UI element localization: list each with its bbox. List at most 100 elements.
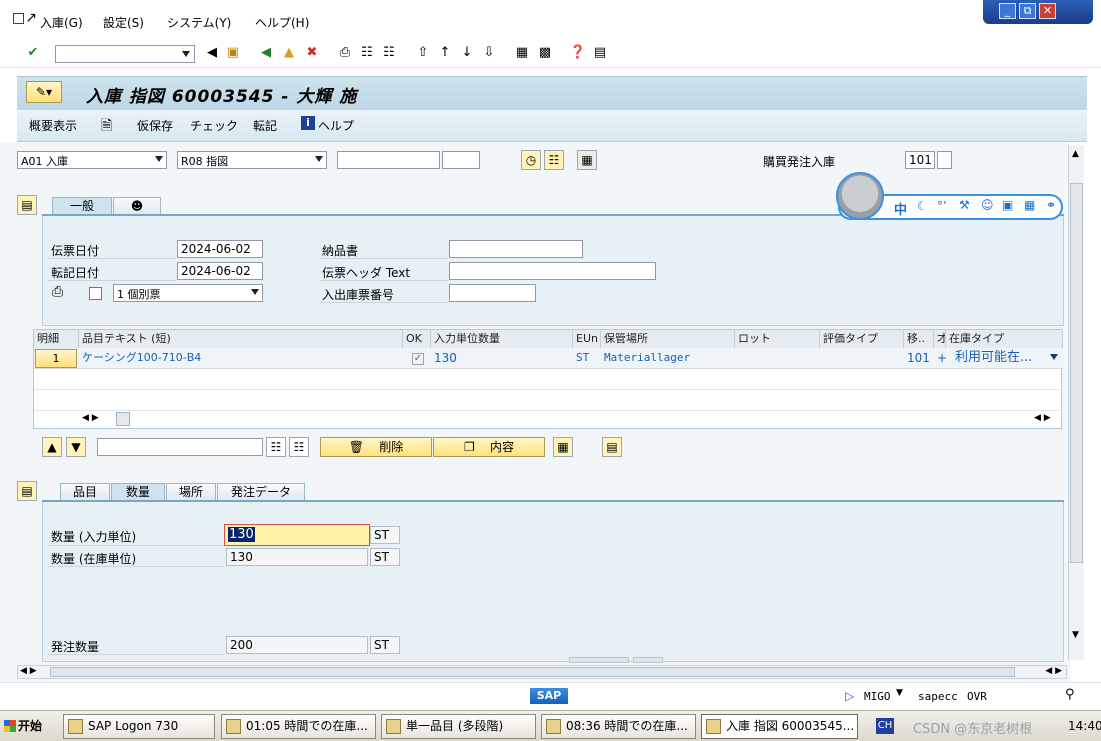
- grid-header-sign[interactable]: 才: [934, 330, 946, 348]
- scrollbar-thumb[interactable]: [1070, 183, 1083, 563]
- help-button[interactable]: ヘルプ: [318, 117, 354, 134]
- display-change-button[interactable]: ✎▾: [26, 81, 62, 103]
- tab-quantity[interactable]: 数量: [111, 483, 165, 501]
- find-next-icon[interactable]: ☷: [380, 44, 398, 62]
- chevron-down-icon[interactable]: [251, 289, 259, 295]
- grid-header-batch[interactable]: ロット: [735, 330, 820, 348]
- toggle-header-icon[interactable]: ▤: [17, 195, 37, 215]
- grid-header-qty[interactable]: 入力単位数量: [431, 330, 573, 348]
- reference-select[interactable]: R08 指図: [177, 151, 327, 169]
- search-icon[interactable]: ☷: [544, 150, 564, 170]
- execute-icon[interactable]: ◷: [521, 150, 541, 170]
- content-button[interactable]: ❐ 内容: [433, 437, 545, 457]
- vertical-scrollbar[interactable]: ▲ ▼: [1068, 145, 1084, 660]
- help-icon[interactable]: ❓: [569, 44, 587, 62]
- item-search-input[interactable]: [97, 438, 263, 456]
- chevron-down-icon[interactable]: [1050, 354, 1058, 360]
- grid-header-item[interactable]: 明細: [34, 330, 79, 348]
- entry-qty-input[interactable]: 130: [224, 524, 370, 546]
- wrench-icon[interactable]: ⚒: [959, 198, 970, 212]
- delete-button[interactable]: 🗑 削除: [320, 437, 432, 457]
- cancel-icon[interactable]: ✖: [303, 44, 321, 62]
- first-page-icon[interactable]: ⇧: [414, 44, 432, 62]
- material-text-cell[interactable]: ケーシング100-710-B4: [79, 348, 201, 368]
- grid-icon[interactable]: ▦: [577, 150, 597, 170]
- tab-purchase-order-data[interactable]: 発注データ: [217, 483, 305, 501]
- menu-system[interactable]: システム(Y): [167, 14, 231, 31]
- goods-slip-input[interactable]: [449, 284, 536, 302]
- ok-checkbox[interactable]: ✓: [412, 353, 424, 365]
- task-sap-logon[interactable]: SAP Logon 730: [63, 714, 215, 739]
- chevron-down-icon[interactable]: [155, 156, 163, 162]
- task-stock-1[interactable]: 01:05 時間での在庫...: [221, 714, 376, 739]
- grid-header-storage-location[interactable]: 保管場所: [601, 330, 735, 348]
- save-icon[interactable]: ▣: [224, 44, 242, 62]
- horizontal-scroll-thumb[interactable]: [116, 412, 130, 426]
- tab-material[interactable]: 品目: [60, 483, 110, 501]
- partial-button[interactable]: [569, 657, 629, 663]
- tab-where[interactable]: 場所: [166, 483, 216, 501]
- table-row[interactable]: [34, 391, 1063, 411]
- partial-button[interactable]: [633, 657, 663, 663]
- item-line-button[interactable]: 1: [35, 349, 77, 368]
- new-session-icon[interactable]: ▦: [513, 44, 531, 62]
- punctuation-icon[interactable]: °’: [937, 199, 947, 213]
- tab-partners[interactable]: ☻: [113, 197, 161, 215]
- exit-icon[interactable]: ▲: [280, 44, 298, 62]
- horizontal-scrollbar[interactable]: ◀ ▶ ◀ ▶: [17, 665, 1067, 679]
- menu-help[interactable]: ヘルプ(H): [255, 14, 309, 31]
- movement-special-input[interactable]: [937, 151, 952, 169]
- movement-type-input[interactable]: 101: [905, 151, 935, 169]
- find-icon[interactable]: ☷: [266, 437, 286, 457]
- next-page-icon[interactable]: ↓: [458, 44, 476, 62]
- overview-button[interactable]: 概要表示: [29, 117, 77, 134]
- start-button[interactable]: 开始: [2, 714, 52, 739]
- chevron-down-icon[interactable]: ▼: [896, 688, 903, 698]
- smiley-icon[interactable]: ☺: [981, 198, 994, 212]
- grid-header-stock-type[interactable]: 在庫タイプ: [946, 330, 1063, 348]
- last-page-icon[interactable]: ⇩: [480, 44, 498, 62]
- lock-icon[interactable]: ⚭: [1046, 198, 1056, 212]
- back-icon[interactable]: ◀: [257, 44, 275, 62]
- restore-button[interactable]: ⧉: [1019, 3, 1036, 19]
- back-arrow-icon[interactable]: ◀: [203, 44, 221, 62]
- grid-header-ok[interactable]: OK: [403, 330, 431, 348]
- ime-language[interactable]: 中: [894, 199, 907, 218]
- grid-header-movement[interactable]: 移..: [904, 330, 934, 348]
- enter-icon[interactable]: ✔: [24, 44, 42, 62]
- document-date-input[interactable]: 2024-06-02: [177, 240, 263, 258]
- menu-icon[interactable]: □↗: [12, 10, 37, 26]
- scroll-right-icon[interactable]: ◀ ▶: [1045, 666, 1062, 676]
- task-stock-2[interactable]: 08:36 時間での在庫...: [541, 714, 696, 739]
- storage-location-cell[interactable]: Materiallager: [601, 348, 690, 368]
- unit-cell[interactable]: ST: [573, 348, 589, 368]
- grid-header-unit[interactable]: EUn: [573, 330, 601, 348]
- scroll-right-icon[interactable]: ◀ ▶: [1034, 413, 1051, 423]
- detail-icon[interactable]: ▦: [553, 437, 573, 457]
- slip-version-select[interactable]: 1 個別票: [113, 284, 263, 302]
- check-button[interactable]: チェック: [190, 117, 238, 134]
- shirt-icon[interactable]: ▣: [1002, 198, 1013, 212]
- table-row[interactable]: [34, 370, 1063, 390]
- layout-menu-icon[interactable]: ▤: [591, 44, 609, 62]
- close-button[interactable]: ✕: [1039, 3, 1056, 19]
- sign-cell[interactable]: +: [934, 348, 947, 368]
- menu-goods-receipt[interactable]: 入庫(G): [40, 14, 83, 31]
- document-icon[interactable]: 🗎: [101, 115, 112, 139]
- grid-header-material-text[interactable]: 品目テキスト (短): [79, 330, 403, 348]
- print-icon[interactable]: ⎙: [336, 44, 354, 62]
- reference-item-input[interactable]: [442, 151, 480, 169]
- grid-icon[interactable]: ▦: [1024, 198, 1035, 212]
- moon-icon[interactable]: ☾: [917, 199, 928, 213]
- movement-cell[interactable]: 101: [904, 348, 930, 368]
- task-single-material[interactable]: 単一品目 (多段階): [381, 714, 536, 739]
- tab-general[interactable]: 一般: [52, 197, 112, 215]
- task-goods-receipt-active[interactable]: 入庫 指図 60003545...: [701, 714, 858, 739]
- info-icon[interactable]: i: [301, 116, 315, 130]
- chevron-down-icon[interactable]: [315, 156, 323, 162]
- action-select[interactable]: A01 入庫: [17, 151, 167, 169]
- menu-settings[interactable]: 設定(S): [103, 14, 144, 31]
- posting-date-input[interactable]: 2024-06-02: [177, 262, 263, 280]
- scroll-down-icon[interactable]: ▼: [1072, 630, 1079, 640]
- qty-cell[interactable]: 130: [431, 348, 457, 368]
